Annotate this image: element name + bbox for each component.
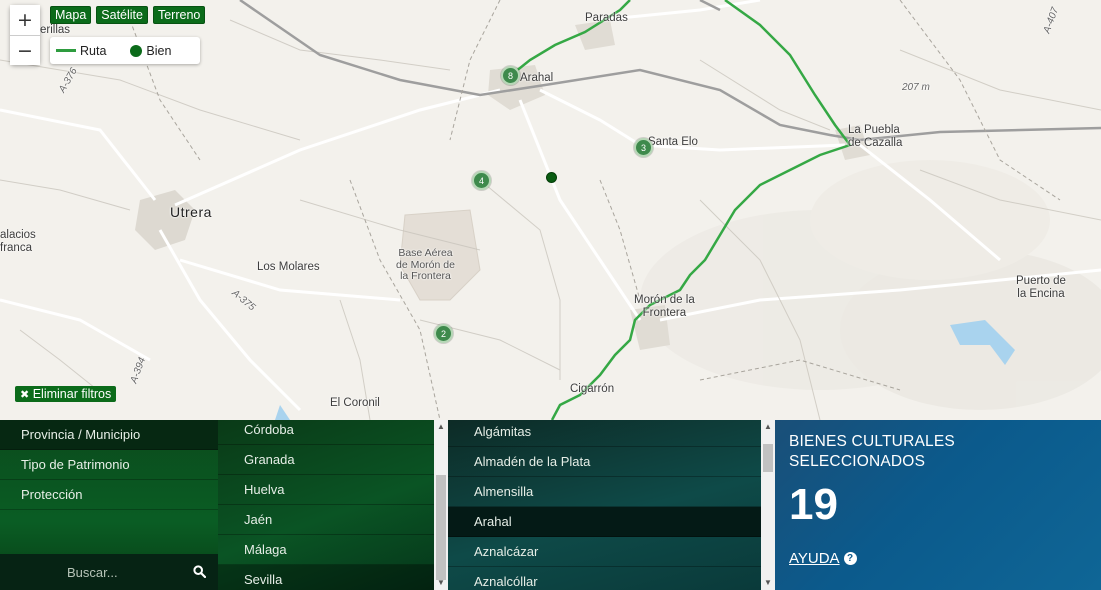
help-label: AYUDA	[789, 550, 840, 567]
province-item[interactable]: Huelva	[218, 475, 434, 505]
summary-panel: BIENES CULTURALES SELECCIONADOS 19 AYUDA…	[775, 420, 1101, 590]
clear-filters-button[interactable]: ✖ Eliminar filtros	[15, 386, 117, 402]
place-label: Cigarrón	[570, 383, 615, 395]
municipality-item[interactable]: Aznalcóllar	[448, 567, 761, 590]
map[interactable]: Paradas Arahal Santa Elo La Puebla de Ca…	[0, 0, 1101, 420]
cluster-marker[interactable]: 2	[434, 324, 453, 343]
province-item[interactable]: Granada	[218, 445, 434, 475]
category-protection[interactable]: Protección	[0, 480, 218, 510]
summary-title: BIENES CULTURALES SELECCIONADOS	[789, 433, 955, 470]
question-icon: ?	[843, 552, 857, 565]
category-province[interactable]: Provincia / Municipio	[0, 420, 218, 450]
municipality-item[interactable]: Algámitas	[448, 420, 761, 447]
province-item[interactable]: Córdoba	[218, 420, 434, 445]
province-item[interactable]: Málaga	[218, 535, 434, 565]
place-label: Los Molares	[257, 261, 320, 273]
layer-switcher: Mapa Satélite Terreno	[50, 6, 206, 24]
province-item[interactable]: Jaén	[218, 505, 434, 535]
place-label: La Puebla de Cazalla	[848, 124, 903, 149]
place-label: alacios franca	[0, 229, 36, 254]
place-label: erillas	[40, 24, 71, 36]
altitude-label: 207 m	[902, 82, 930, 93]
cluster-marker[interactable]: 8	[501, 66, 520, 85]
search-icon[interactable]	[193, 565, 206, 578]
close-icon: ✖	[20, 388, 30, 401]
search-box	[0, 554, 218, 590]
site-marker[interactable]	[546, 172, 557, 183]
place-label: Base Aérea de Morón de la Frontera	[396, 247, 455, 283]
route-line-icon	[56, 49, 76, 52]
scroll-down-icon[interactable]: ▼	[434, 576, 448, 590]
province-scrollbar[interactable]: ▲ ▼	[434, 420, 448, 590]
municipality-item[interactable]: Almensilla	[448, 477, 761, 507]
selected-count: 19	[789, 480, 838, 529]
cluster-marker[interactable]: 4	[472, 171, 491, 190]
place-label: Puerto de la Encina	[1016, 275, 1066, 300]
map-legend: Ruta Bien	[50, 37, 200, 64]
layer-terrain-button[interactable]: Terreno	[152, 6, 206, 24]
help-link[interactable]: AYUDA ?	[789, 550, 1101, 567]
place-label: Santa Elo	[648, 136, 698, 148]
scroll-down-icon[interactable]: ▼	[761, 576, 775, 590]
scroll-thumb[interactable]	[763, 444, 773, 472]
site-dot-icon	[130, 44, 143, 57]
place-label: El Coronil	[330, 397, 380, 409]
municipality-item[interactable]: Almadén de la Plata	[448, 447, 761, 477]
scroll-thumb[interactable]	[436, 475, 446, 580]
zoom-out-button[interactable]: −	[10, 35, 40, 65]
place-label: Utrera	[170, 204, 212, 220]
municipality-item[interactable]: Aznalcázar	[448, 537, 761, 567]
cluster-marker[interactable]: 3	[634, 138, 653, 157]
province-item[interactable]: Sevilla	[218, 565, 434, 590]
clear-filters-label: Eliminar filtros	[32, 387, 112, 401]
filter-panel: Provincia / Municipio Tipo de Patrimonio…	[0, 420, 1101, 590]
municipality-list: Algámitas Almadén de la Plata Almensilla…	[448, 420, 761, 590]
zoom-control: + −	[10, 5, 40, 65]
category-heritage-type[interactable]: Tipo de Patrimonio	[0, 450, 218, 480]
layer-map-button[interactable]: Mapa	[50, 6, 92, 24]
province-list: Córdoba Granada Huelva Jaén Málaga Sevil…	[218, 420, 434, 590]
scroll-up-icon[interactable]: ▲	[434, 420, 448, 434]
layer-satellite-button[interactable]: Satélite	[96, 6, 148, 24]
place-label: Paradas	[585, 12, 628, 24]
scroll-up-icon[interactable]: ▲	[761, 420, 775, 434]
legend-site-label: Bien	[146, 43, 172, 58]
legend-route-label: Ruta	[80, 43, 107, 58]
filter-categories: Provincia / Municipio Tipo de Patrimonio…	[0, 420, 218, 590]
search-input[interactable]	[0, 554, 180, 590]
place-label: Morón de la Frontera	[634, 294, 695, 319]
place-label: Arahal	[520, 72, 554, 84]
municipality-item[interactable]: Arahal	[448, 507, 761, 537]
municipality-scrollbar[interactable]: ▲ ▼	[761, 420, 775, 590]
zoom-in-button[interactable]: +	[10, 5, 40, 35]
